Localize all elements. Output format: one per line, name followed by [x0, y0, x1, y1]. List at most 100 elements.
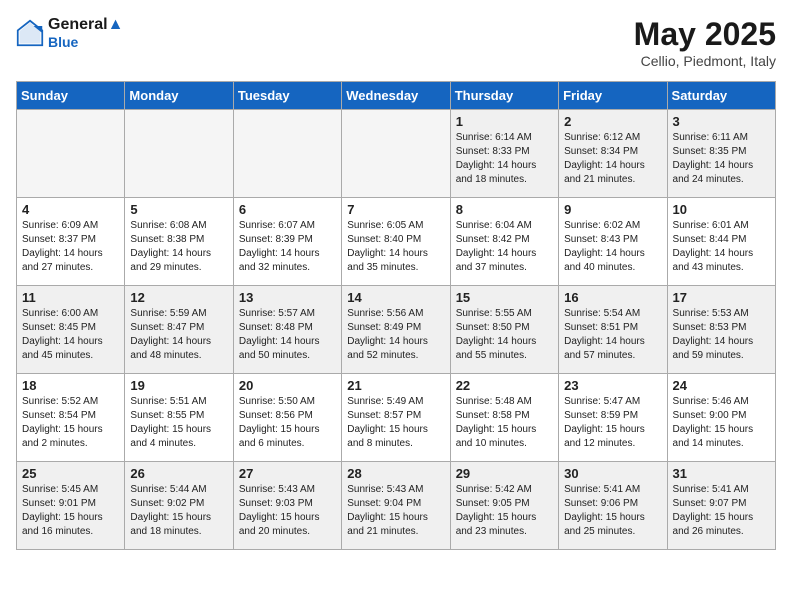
day-info: Sunrise: 5:51 AM Sunset: 8:55 PM Dayligh…	[130, 395, 227, 451]
day-number: 7	[347, 202, 444, 217]
calendar-cell: 27 Sunrise: 5:43 AM Sunset: 9:03 PM Dayli…	[233, 462, 341, 550]
calendar-cell: 10 Sunrise: 6:01 AM Sunset: 8:44 PM Dayli…	[667, 198, 775, 286]
calendar-cell: 14 Sunrise: 5:56 AM Sunset: 8:49 PM Dayli…	[342, 286, 450, 374]
day-number: 12	[130, 290, 227, 305]
calendar-cell: 7 Sunrise: 6:05 AM Sunset: 8:40 PM Daylig…	[342, 198, 450, 286]
calendar-cell	[17, 110, 125, 198]
day-number: 30	[564, 466, 661, 481]
calendar-cell	[125, 110, 233, 198]
logo-icon	[16, 19, 44, 47]
day-info: Sunrise: 5:52 AM Sunset: 8:54 PM Dayligh…	[22, 395, 119, 451]
weekday-header: Wednesday	[342, 82, 450, 110]
day-info: Sunrise: 5:43 AM Sunset: 9:03 PM Dayligh…	[239, 483, 336, 539]
day-number: 3	[673, 114, 770, 129]
day-number: 5	[130, 202, 227, 217]
calendar-cell: 26 Sunrise: 5:44 AM Sunset: 9:02 PM Dayli…	[125, 462, 233, 550]
calendar-cell: 5 Sunrise: 6:08 AM Sunset: 8:38 PM Daylig…	[125, 198, 233, 286]
day-number: 14	[347, 290, 444, 305]
day-number: 21	[347, 378, 444, 393]
day-number: 13	[239, 290, 336, 305]
calendar-cell: 11Sunrise: 6:00 AM Sunset: 8:45 PM Dayli…	[17, 286, 125, 374]
weekday-header-row: SundayMondayTuesdayWednesdayThursdayFrid…	[17, 82, 776, 110]
day-info: Sunrise: 5:59 AM Sunset: 8:47 PM Dayligh…	[130, 307, 227, 363]
calendar-cell	[233, 110, 341, 198]
day-number: 26	[130, 466, 227, 481]
day-info: Sunrise: 6:11 AM Sunset: 8:35 PM Dayligh…	[673, 131, 770, 187]
page-header: General▲ Blue May 2025 Cellio, Piedmont,…	[16, 16, 776, 69]
day-info: Sunrise: 6:08 AM Sunset: 8:38 PM Dayligh…	[130, 219, 227, 275]
weekday-header: Friday	[559, 82, 667, 110]
calendar-cell: 16 Sunrise: 5:54 AM Sunset: 8:51 PM Dayli…	[559, 286, 667, 374]
calendar-cell: 13 Sunrise: 5:57 AM Sunset: 8:48 PM Dayli…	[233, 286, 341, 374]
day-number: 4	[22, 202, 119, 217]
calendar-cell: 20 Sunrise: 5:50 AM Sunset: 8:56 PM Dayli…	[233, 374, 341, 462]
calendar-cell: 6 Sunrise: 6:07 AM Sunset: 8:39 PM Daylig…	[233, 198, 341, 286]
day-info: Sunrise: 5:57 AM Sunset: 8:48 PM Dayligh…	[239, 307, 336, 363]
day-info: Sunrise: 5:56 AM Sunset: 8:49 PM Dayligh…	[347, 307, 444, 363]
day-info: Sunrise: 5:48 AM Sunset: 8:58 PM Dayligh…	[456, 395, 553, 451]
calendar-cell: 22 Sunrise: 5:48 AM Sunset: 8:58 PM Dayli…	[450, 374, 558, 462]
day-number: 19	[130, 378, 227, 393]
calendar-week-row: 4Sunrise: 6:09 AM Sunset: 8:37 PM Daylig…	[17, 198, 776, 286]
calendar-cell: 4Sunrise: 6:09 AM Sunset: 8:37 PM Daylig…	[17, 198, 125, 286]
day-number: 10	[673, 202, 770, 217]
day-number: 25	[22, 466, 119, 481]
calendar-cell: 8Sunrise: 6:04 AM Sunset: 8:42 PM Daylig…	[450, 198, 558, 286]
weekday-header: Monday	[125, 82, 233, 110]
day-number: 31	[673, 466, 770, 481]
day-info: Sunrise: 5:49 AM Sunset: 8:57 PM Dayligh…	[347, 395, 444, 451]
calendar-week-row: 1 Sunrise: 6:14 AM Sunset: 8:33 PM Daylig…	[17, 110, 776, 198]
calendar-cell: 19 Sunrise: 5:51 AM Sunset: 8:55 PM Dayli…	[125, 374, 233, 462]
calendar-cell	[342, 110, 450, 198]
day-info: Sunrise: 5:41 AM Sunset: 9:06 PM Dayligh…	[564, 483, 661, 539]
day-info: Sunrise: 5:50 AM Sunset: 8:56 PM Dayligh…	[239, 395, 336, 451]
calendar-cell: 1 Sunrise: 6:14 AM Sunset: 8:33 PM Daylig…	[450, 110, 558, 198]
day-info: Sunrise: 5:43 AM Sunset: 9:04 PM Dayligh…	[347, 483, 444, 539]
title-block: May 2025 Cellio, Piedmont, Italy	[634, 16, 776, 69]
day-info: Sunrise: 5:46 AM Sunset: 9:00 PM Dayligh…	[673, 395, 770, 451]
day-number: 2	[564, 114, 661, 129]
day-number: 24	[673, 378, 770, 393]
calendar-cell: 24 Sunrise: 5:46 AM Sunset: 9:00 PM Dayli…	[667, 374, 775, 462]
day-info: Sunrise: 5:55 AM Sunset: 8:50 PM Dayligh…	[456, 307, 553, 363]
day-info: Sunrise: 5:54 AM Sunset: 8:51 PM Dayligh…	[564, 307, 661, 363]
calendar-cell: 17Sunrise: 5:53 AM Sunset: 8:53 PM Dayli…	[667, 286, 775, 374]
day-info: Sunrise: 6:05 AM Sunset: 8:40 PM Dayligh…	[347, 219, 444, 275]
day-info: Sunrise: 6:01 AM Sunset: 8:44 PM Dayligh…	[673, 219, 770, 275]
calendar-cell: 31 Sunrise: 5:41 AM Sunset: 9:07 PM Dayli…	[667, 462, 775, 550]
logo: General▲ Blue	[16, 16, 123, 50]
day-number: 28	[347, 466, 444, 481]
day-number: 27	[239, 466, 336, 481]
weekday-header: Tuesday	[233, 82, 341, 110]
calendar-cell: 2Sunrise: 6:12 AM Sunset: 8:34 PM Daylig…	[559, 110, 667, 198]
weekday-header: Saturday	[667, 82, 775, 110]
calendar-cell: 21 Sunrise: 5:49 AM Sunset: 8:57 PM Dayli…	[342, 374, 450, 462]
day-number: 18	[22, 378, 119, 393]
logo-text: General▲ Blue	[48, 16, 123, 50]
calendar-cell: 29Sunrise: 5:42 AM Sunset: 9:05 PM Dayli…	[450, 462, 558, 550]
day-info: Sunrise: 5:42 AM Sunset: 9:05 PM Dayligh…	[456, 483, 553, 539]
day-number: 15	[456, 290, 553, 305]
day-number: 6	[239, 202, 336, 217]
calendar-week-row: 25Sunrise: 5:45 AM Sunset: 9:01 PM Dayli…	[17, 462, 776, 550]
day-number: 22	[456, 378, 553, 393]
day-info: Sunrise: 6:00 AM Sunset: 8:45 PM Dayligh…	[22, 307, 119, 363]
weekday-header: Thursday	[450, 82, 558, 110]
calendar-cell: 23Sunrise: 5:47 AM Sunset: 8:59 PM Dayli…	[559, 374, 667, 462]
calendar-title: May 2025	[634, 16, 776, 53]
day-info: Sunrise: 5:44 AM Sunset: 9:02 PM Dayligh…	[130, 483, 227, 539]
calendar-subtitle: Cellio, Piedmont, Italy	[634, 53, 776, 69]
calendar-week-row: 18 Sunrise: 5:52 AM Sunset: 8:54 PM Dayli…	[17, 374, 776, 462]
day-info: Sunrise: 6:14 AM Sunset: 8:33 PM Dayligh…	[456, 131, 553, 187]
day-number: 1	[456, 114, 553, 129]
day-info: Sunrise: 6:02 AM Sunset: 8:43 PM Dayligh…	[564, 219, 661, 275]
day-info: Sunrise: 6:04 AM Sunset: 8:42 PM Dayligh…	[456, 219, 553, 275]
day-number: 17	[673, 290, 770, 305]
day-info: Sunrise: 6:07 AM Sunset: 8:39 PM Dayligh…	[239, 219, 336, 275]
day-number: 16	[564, 290, 661, 305]
day-number: 20	[239, 378, 336, 393]
calendar-cell: 3 Sunrise: 6:11 AM Sunset: 8:35 PM Daylig…	[667, 110, 775, 198]
calendar-cell: 9Sunrise: 6:02 AM Sunset: 8:43 PM Daylig…	[559, 198, 667, 286]
day-info: Sunrise: 5:41 AM Sunset: 9:07 PM Dayligh…	[673, 483, 770, 539]
calendar-week-row: 11Sunrise: 6:00 AM Sunset: 8:45 PM Dayli…	[17, 286, 776, 374]
